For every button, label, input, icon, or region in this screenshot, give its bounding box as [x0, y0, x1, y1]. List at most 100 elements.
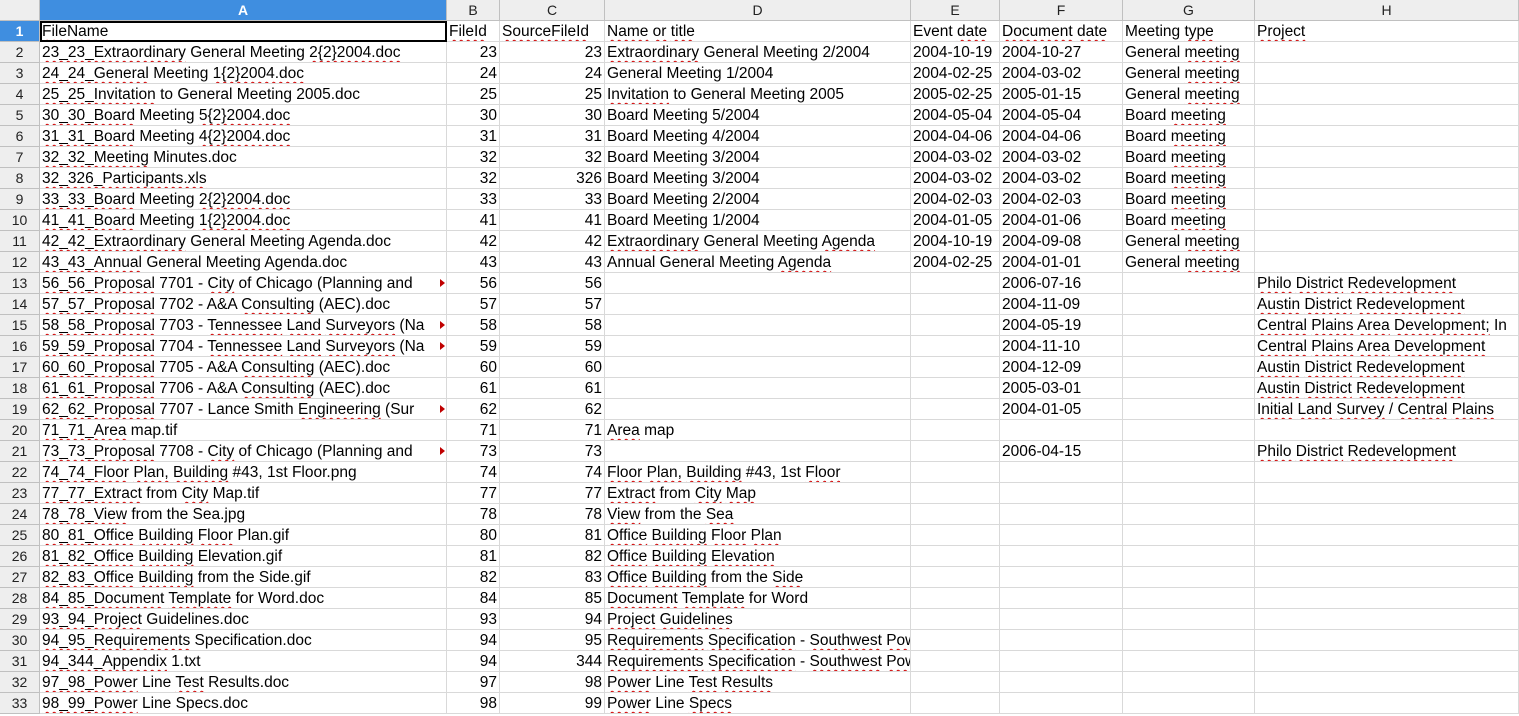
cell-a31[interactable]: 94_344_Appendix 1.txt	[40, 651, 447, 672]
row-header-22[interactable]: 22	[0, 462, 40, 483]
cell-b21[interactable]: 73	[447, 441, 500, 462]
cell-e30[interactable]	[911, 630, 1000, 651]
cell-h20[interactable]	[1255, 420, 1519, 441]
cell-e9[interactable]: 2004-02-03	[911, 189, 1000, 210]
row-header-19[interactable]: 19	[0, 399, 40, 420]
cell-h27[interactable]	[1255, 567, 1519, 588]
spreadsheet-grid[interactable]: A B C D E F G H 1 FileName FileId SourceFileId Name …	[0, 0, 1519, 716]
cell-h6[interactable]	[1255, 126, 1519, 147]
cell-h33[interactable]	[1255, 693, 1519, 714]
cell-d26[interactable]: Office Building Elevation	[605, 546, 911, 567]
cell-g5[interactable]: Board meeting	[1123, 105, 1255, 126]
cell-f22[interactable]	[1000, 462, 1123, 483]
cell-f8[interactable]: 2004-03-02	[1000, 168, 1123, 189]
cell-d2[interactable]: Extraordinary General Meeting 2/2004	[605, 42, 911, 63]
cell-h4[interactable]	[1255, 84, 1519, 105]
cell-e21[interactable]	[911, 441, 1000, 462]
cell-b13[interactable]: 56	[447, 273, 500, 294]
cell-g19[interactable]	[1123, 399, 1255, 420]
cell-g6[interactable]: Board meeting	[1123, 126, 1255, 147]
cell-c28[interactable]: 85	[500, 588, 605, 609]
cell-a23[interactable]: 77_77_Extract from City Map.tif	[40, 483, 447, 504]
column-header-f[interactable]: F	[1000, 0, 1123, 21]
cell-c26[interactable]: 82	[500, 546, 605, 567]
cell-e33[interactable]	[911, 693, 1000, 714]
cell-g25[interactable]	[1123, 525, 1255, 546]
row-header-28[interactable]: 28	[0, 588, 40, 609]
cell-e26[interactable]	[911, 546, 1000, 567]
cell-a11[interactable]: 42_42_Extraordinary General Meeting Agen…	[40, 231, 447, 252]
cell-h13[interactable]: Philo District Redevelopment	[1255, 273, 1519, 294]
row-header-12[interactable]: 12	[0, 252, 40, 273]
cell-b24[interactable]: 78	[447, 504, 500, 525]
cell-f6[interactable]: 2004-04-06	[1000, 126, 1123, 147]
cell-g23[interactable]	[1123, 483, 1255, 504]
cell-a12[interactable]: 43_43_Annual General Meeting Agenda.doc	[40, 252, 447, 273]
cell-f25[interactable]	[1000, 525, 1123, 546]
cell-a1[interactable]: FileName	[40, 21, 447, 42]
cell-e20[interactable]	[911, 420, 1000, 441]
cell-a3[interactable]: 24_24_General Meeting 1{2}2004.doc	[40, 63, 447, 84]
cell-b32[interactable]: 97	[447, 672, 500, 693]
cell-f3[interactable]: 2004-03-02	[1000, 63, 1123, 84]
cell-g16[interactable]	[1123, 336, 1255, 357]
cell-c4[interactable]: 25	[500, 84, 605, 105]
cell-a17[interactable]: 60_60_Proposal 7705 - A&A Consulting (AE…	[40, 357, 447, 378]
cell-f11[interactable]: 2004-09-08	[1000, 231, 1123, 252]
cell-e5[interactable]: 2004-05-04	[911, 105, 1000, 126]
cell-e16[interactable]	[911, 336, 1000, 357]
cell-b3[interactable]: 24	[447, 63, 500, 84]
cell-a6[interactable]: 31_31_Board Meeting 4{2}2004.doc	[40, 126, 447, 147]
cell-h29[interactable]	[1255, 609, 1519, 630]
row-header-15[interactable]: 15	[0, 315, 40, 336]
cell-b1[interactable]: FileId	[447, 21, 500, 42]
column-header-b[interactable]: B	[447, 0, 500, 21]
cell-c19[interactable]: 62	[500, 399, 605, 420]
row-header-14[interactable]: 14	[0, 294, 40, 315]
cell-d19[interactable]	[605, 399, 911, 420]
cell-g7[interactable]: Board meeting	[1123, 147, 1255, 168]
cell-a21[interactable]: 73_73_Proposal 7708 - City of Chicago (P…	[40, 441, 447, 462]
cell-h5[interactable]	[1255, 105, 1519, 126]
cell-c16[interactable]: 59	[500, 336, 605, 357]
cell-e24[interactable]	[911, 504, 1000, 525]
cell-c22[interactable]: 74	[500, 462, 605, 483]
cell-f23[interactable]	[1000, 483, 1123, 504]
cell-d8[interactable]: Board Meeting 3/2004	[605, 168, 911, 189]
cell-h19[interactable]: Initial Land Survey / Central Plains	[1255, 399, 1519, 420]
cell-e22[interactable]	[911, 462, 1000, 483]
cell-a19[interactable]: 62_62_Proposal 7707 - Lance Smith Engine…	[40, 399, 447, 420]
cell-h9[interactable]	[1255, 189, 1519, 210]
cell-a27[interactable]: 82_83_Office Building from the Side.gif	[40, 567, 447, 588]
cell-h3[interactable]	[1255, 63, 1519, 84]
cell-h12[interactable]	[1255, 252, 1519, 273]
cell-g20[interactable]	[1123, 420, 1255, 441]
cell-b18[interactable]: 61	[447, 378, 500, 399]
cell-e8[interactable]: 2004-03-02	[911, 168, 1000, 189]
cell-f18[interactable]: 2005-03-01	[1000, 378, 1123, 399]
row-header-31[interactable]: 31	[0, 651, 40, 672]
cell-f5[interactable]: 2004-05-04	[1000, 105, 1123, 126]
cell-b26[interactable]: 81	[447, 546, 500, 567]
cell-b23[interactable]: 77	[447, 483, 500, 504]
cell-f1[interactable]: Document date	[1000, 21, 1123, 42]
column-header-c[interactable]: C	[500, 0, 605, 21]
cell-d28[interactable]: Document Template for Word	[605, 588, 911, 609]
row-header-4[interactable]: 4	[0, 84, 40, 105]
cell-d33[interactable]: Power Line Specs	[605, 693, 911, 714]
row-header-6[interactable]: 6	[0, 126, 40, 147]
cell-a16[interactable]: 59_59_Proposal 7704 - Tennessee Land Sur…	[40, 336, 447, 357]
cell-h2[interactable]	[1255, 42, 1519, 63]
cell-b31[interactable]: 94	[447, 651, 500, 672]
cell-b22[interactable]: 74	[447, 462, 500, 483]
cell-a28[interactable]: 84_85_Document Template for Word.doc	[40, 588, 447, 609]
cell-d14[interactable]	[605, 294, 911, 315]
cell-f9[interactable]: 2004-02-03	[1000, 189, 1123, 210]
cell-h16[interactable]: Central Plains Area Development	[1255, 336, 1519, 357]
cell-f26[interactable]	[1000, 546, 1123, 567]
cell-g3[interactable]: General meeting	[1123, 63, 1255, 84]
row-header-13[interactable]: 13	[0, 273, 40, 294]
cell-h15[interactable]: Central Plains Area Development; In	[1255, 315, 1519, 336]
row-header-21[interactable]: 21	[0, 441, 40, 462]
cell-d4[interactable]: Invitation to General Meeting 2005	[605, 84, 911, 105]
